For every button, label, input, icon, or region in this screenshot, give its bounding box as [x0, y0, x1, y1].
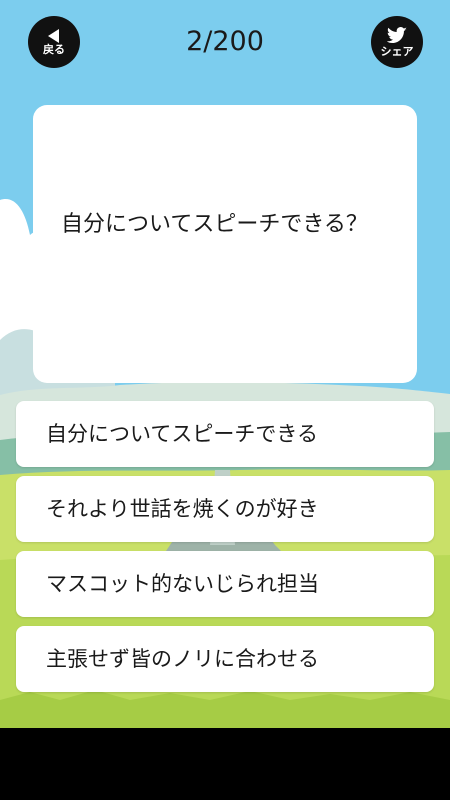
- back-button-label: 戻る: [43, 42, 65, 56]
- answer-option-label: 主張せず皆のノリに合わせる: [46, 647, 319, 671]
- back-arrow-icon: [48, 28, 59, 43]
- answer-option-3[interactable]: マスコット的ないじられ担当: [16, 551, 434, 617]
- question-card: 自分についてスピーチできる？: [33, 105, 417, 383]
- share-button-label: シェア: [380, 44, 414, 58]
- question-text: 自分についてスピーチできる？: [61, 212, 368, 237]
- answer-option-label: 自分についてスピーチできる: [46, 422, 318, 446]
- share-button[interactable]: シェア: [371, 16, 423, 68]
- answer-option-4[interactable]: 主張せず皆のノリに合わせる: [16, 626, 434, 692]
- bottom-bar: [0, 728, 450, 800]
- twitter-bird-icon: [386, 26, 407, 43]
- back-button[interactable]: 戻る: [28, 16, 80, 68]
- answer-option-label: マスコット的ないじられ担当: [46, 572, 319, 596]
- answer-option-label: それより世話を焼くのが好き: [46, 497, 319, 521]
- answer-option-1[interactable]: 自分についてスピーチできる: [16, 401, 434, 467]
- answer-option-2[interactable]: それより世話を焼くのが好き: [16, 476, 434, 542]
